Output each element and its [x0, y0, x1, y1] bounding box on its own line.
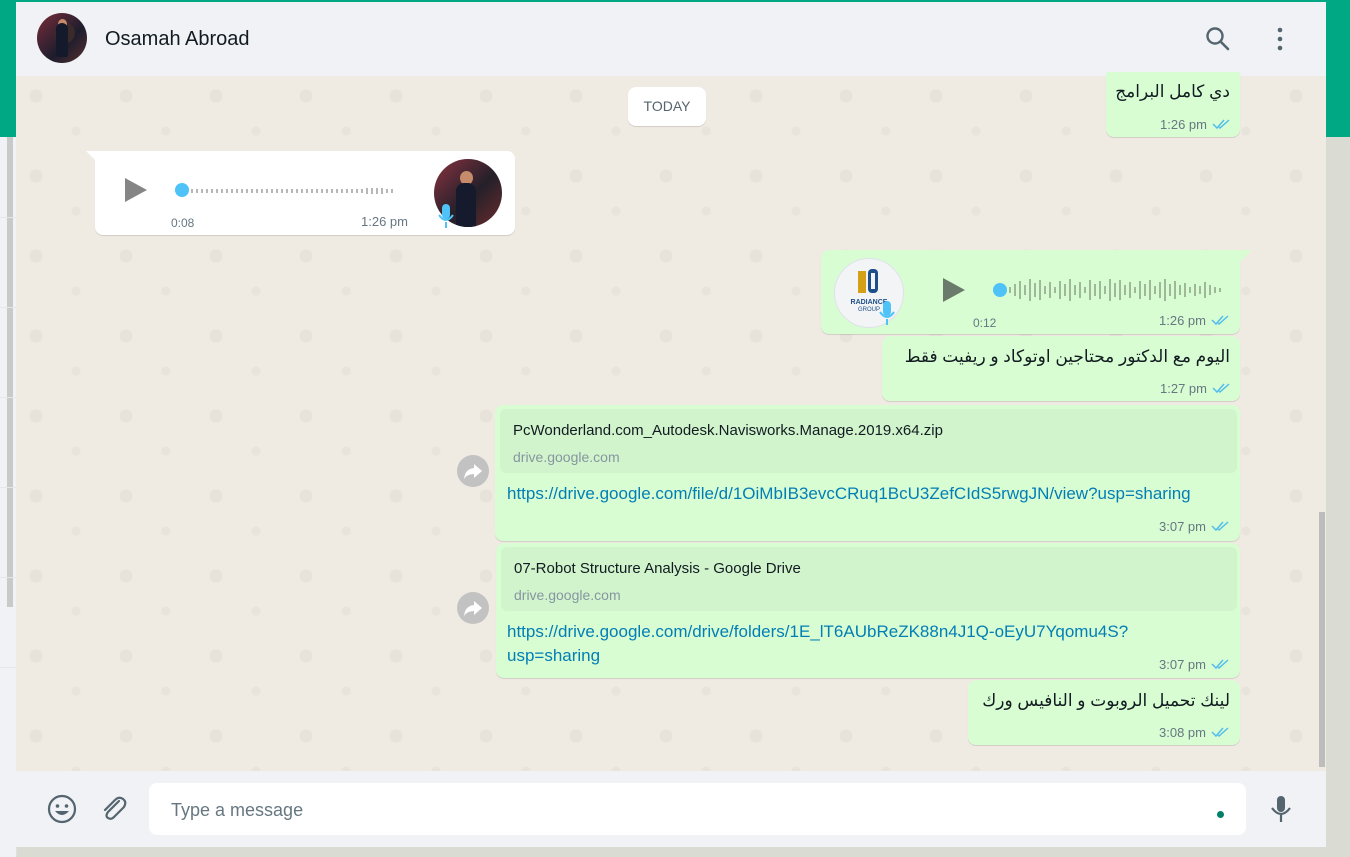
double-check-icon [1212, 383, 1230, 394]
link-preview-card[interactable]: 07-Robot Structure Analysis - Google Dri… [501, 547, 1237, 611]
voice-progress-handle[interactable] [175, 183, 189, 197]
voice-waveform[interactable] [191, 176, 401, 206]
play-icon[interactable] [125, 178, 147, 202]
double-check-icon [1212, 119, 1230, 130]
double-check-icon [1211, 521, 1229, 532]
emoji-icon[interactable] [46, 793, 78, 825]
message-time: 3:07 pm [1159, 657, 1206, 672]
double-check-icon [1211, 659, 1229, 670]
voice-duration: 0:12 [973, 316, 997, 330]
message-bubble-outgoing[interactable]: دي كامل البرامج 1:26 pm [1106, 72, 1240, 137]
link-preview-domain: drive.google.com [513, 449, 620, 465]
message-time: 1:26 pm [361, 214, 408, 229]
background-window-strip [0, 137, 17, 857]
message-bubble-outgoing[interactable]: اليوم مع الدكتور محتاجين اوتوكاد و ريفيت… [882, 336, 1240, 401]
contact-avatar[interactable] [37, 13, 87, 63]
link-message[interactable]: PcWonderland.com_Autodesk.Navisworks.Man… [495, 405, 1240, 541]
play-icon[interactable] [943, 278, 965, 302]
message-link-line[interactable]: https://drive.google.com/drive/folders/1… [507, 620, 1128, 644]
forward-button[interactable] [457, 592, 489, 624]
right-margin [1326, 137, 1350, 857]
composer-bar [16, 771, 1326, 847]
message-time: 1:26 pm [1160, 117, 1207, 132]
forward-icon [464, 464, 482, 479]
message-text: دي كامل البرامج [1115, 82, 1230, 101]
forward-icon [464, 601, 482, 616]
link-message[interactable]: 07-Robot Structure Analysis - Google Dri… [496, 543, 1240, 678]
status-dot [1217, 811, 1224, 818]
date-separator: TODAY [628, 87, 706, 126]
mic-icon[interactable] [1265, 793, 1297, 825]
menu-icon[interactable] [1265, 24, 1295, 54]
link-preview-domain: drive.google.com [514, 587, 621, 603]
voice-message-incoming[interactable]: 0:08 1:26 pm [95, 151, 515, 235]
message-bubble-outgoing[interactable]: لينك تحميل الروبوت و النافيس ورك 3:08 pm [968, 680, 1240, 745]
mic-icon [879, 301, 895, 325]
message-time: 3:08 pm [1159, 725, 1206, 740]
message-time: 3:07 pm [1159, 519, 1206, 534]
chat-scrollbar[interactable] [1319, 512, 1325, 767]
bubble-tail [1240, 250, 1252, 262]
message-input[interactable] [169, 795, 1193, 825]
voice-message-outgoing[interactable]: RADIANCE GROUP 0:12 1:26 pm [821, 250, 1240, 334]
chat-header[interactable]: Osamah Abroad [16, 2, 1326, 77]
voice-waveform[interactable] [1009, 275, 1229, 305]
company-logo-icon [858, 269, 878, 293]
link-preview-title: PcWonderland.com_Autodesk.Navisworks.Man… [513, 422, 943, 439]
message-link[interactable]: https://drive.google.com/drive/folders/1… [507, 620, 1128, 668]
forward-button[interactable] [457, 455, 489, 487]
message-input-container[interactable] [149, 783, 1246, 835]
message-link-line[interactable]: usp=sharing [507, 644, 1128, 668]
message-time: 1:27 pm [1160, 381, 1207, 396]
mic-icon [438, 204, 454, 228]
message-time: 1:26 pm [1159, 313, 1206, 328]
contact-name[interactable]: Osamah Abroad [105, 28, 250, 51]
link-preview-title: 07-Robot Structure Analysis - Google Dri… [514, 560, 801, 577]
double-check-icon [1211, 727, 1229, 738]
double-check-icon [1211, 315, 1229, 326]
chat-window: Osamah Abroad دي كامل البرامج 1:26 pm TO… [16, 2, 1326, 847]
link-preview-card[interactable]: PcWonderland.com_Autodesk.Navisworks.Man… [500, 409, 1237, 473]
attach-icon[interactable] [98, 793, 130, 825]
message-link[interactable]: https://drive.google.com/file/d/1OiMbIB3… [507, 482, 1191, 506]
message-text: اليوم مع الدكتور محتاجين اوتوكاد و ريفيت… [904, 347, 1230, 366]
background-scrollbar [7, 137, 13, 607]
voice-progress-handle[interactable] [993, 283, 1007, 297]
voice-duration: 0:08 [171, 216, 195, 230]
search-icon[interactable] [1203, 24, 1233, 54]
message-text: لينك تحميل الروبوت و النافيس ورك [982, 691, 1230, 710]
